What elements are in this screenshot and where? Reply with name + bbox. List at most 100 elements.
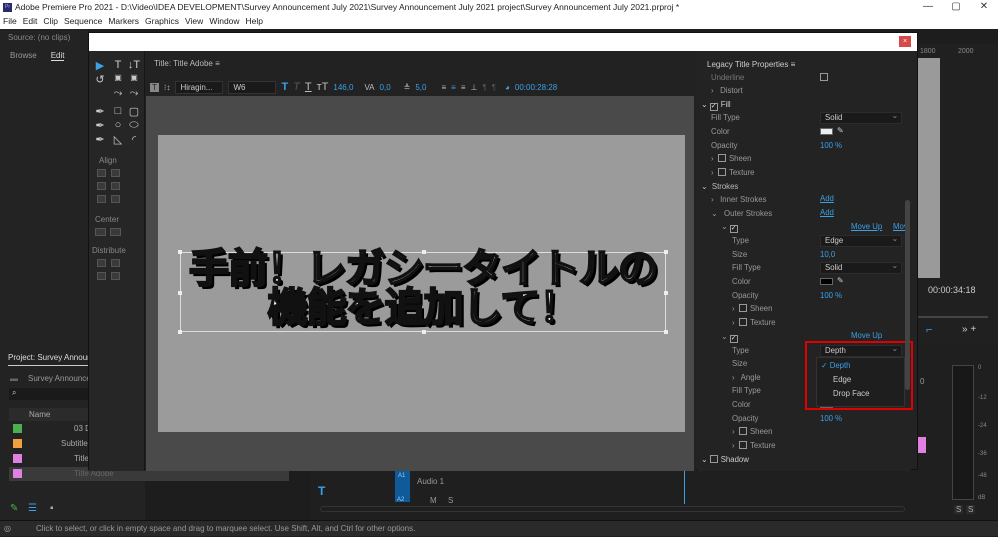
move-up-link[interactable]: Move Up — [851, 331, 882, 340]
rectangle-tool-icon[interactable]: □ — [111, 105, 125, 117]
add-inner-stroke-link[interactable]: Add — [820, 194, 834, 203]
distribute-icon[interactable] — [111, 272, 120, 280]
font-size-value[interactable]: 146,0 — [333, 83, 353, 92]
stroke-2-opacity-value[interactable]: 100 % — [820, 414, 842, 423]
menu-markers[interactable]: Markers — [108, 14, 139, 29]
icon-view-icon[interactable]: ▪ — [50, 503, 54, 514]
menu-sequence[interactable]: Sequence — [64, 14, 102, 29]
background-timecode[interactable]: 00:00:28:28 — [515, 83, 557, 92]
close-window-button[interactable]: ✕ — [970, 0, 998, 14]
outer-strokes-row[interactable]: ⌄ Outer Strokes — [711, 209, 772, 218]
texture-row[interactable]: › Texture — [711, 168, 755, 177]
menu-view[interactable]: View — [185, 14, 203, 29]
strokes-section[interactable]: ⌄ Strokes — [701, 182, 738, 191]
background-video-toggle-icon[interactable]: T — [150, 82, 159, 92]
eyedropper-icon[interactable]: ✎ — [837, 276, 844, 285]
distribute-icon[interactable] — [111, 259, 120, 267]
resize-handle[interactable] — [664, 330, 668, 334]
dialog-close-button[interactable]: × — [899, 36, 911, 47]
distribute-icon[interactable] — [97, 259, 106, 267]
align-bottom-icon[interactable] — [111, 195, 120, 203]
stroke-1-opacity-value[interactable]: 100 % — [820, 291, 842, 300]
center-horizontal-icon[interactable] — [95, 228, 106, 236]
maximize-button[interactable]: ▢ — [942, 0, 970, 14]
solo-left-button[interactable]: S — [954, 505, 964, 514]
kerning-value[interactable]: 0,0 — [380, 83, 391, 92]
menu-graphics[interactable]: Graphics — [145, 14, 179, 29]
sheen-row[interactable]: › Sheen — [732, 304, 772, 313]
underline-icon[interactable]: T — [305, 81, 312, 93]
title-text-line-1[interactable]: 手前！レガシータイトルの — [181, 247, 665, 291]
pencil-icon[interactable]: ✎ — [10, 503, 18, 514]
stroke-1-color-swatch[interactable] — [820, 278, 833, 285]
track-a2[interactable]: A2 — [397, 497, 404, 503]
path-type-tool-icon[interactable]: ⤳ — [111, 87, 125, 100]
sheen-row[interactable]: › Sheen — [711, 154, 751, 163]
font-family-select[interactable]: Hiragin... — [175, 80, 224, 94]
minimize-button[interactable]: — — [914, 0, 942, 14]
align-right-icon[interactable] — [97, 195, 106, 203]
eyedropper-icon[interactable]: ✎ — [837, 126, 844, 135]
tab-browse[interactable]: Browse — [10, 51, 37, 61]
vertical-path-type-tool-icon[interactable]: ⤳ — [127, 87, 141, 100]
selection-tool-icon[interactable]: ▶ — [93, 59, 107, 72]
add-anchor-tool-icon[interactable]: ✒ — [93, 119, 107, 132]
mark-out-icon[interactable]: ⌐ — [926, 324, 932, 336]
wedge-tool-icon[interactable]: ◺ — [111, 133, 125, 146]
stroke-1-size-value[interactable]: 10,0 — [820, 250, 835, 259]
stroke-1-fill-type-dropdown[interactable]: Solid — [820, 261, 902, 274]
solo-button[interactable]: S — [448, 496, 453, 505]
more-controls-icon[interactable]: » + — [962, 324, 976, 335]
distort-row[interactable]: › Distort — [711, 86, 743, 95]
stroke-1-toggle[interactable]: ⌄ ✓ — [721, 222, 741, 233]
align-right-text-icon[interactable]: ≡ — [461, 83, 466, 92]
align-center-h-icon[interactable] — [97, 182, 106, 190]
resize-handle[interactable] — [178, 330, 182, 334]
fill-section[interactable]: ⌄ ✓ Fill — [701, 100, 731, 111]
stroke-1-type-dropdown[interactable]: Edge — [820, 234, 902, 247]
font-style-select[interactable]: W6 — [228, 80, 277, 94]
angle-row[interactable]: › Angle — [732, 373, 761, 382]
texture-row[interactable]: › Texture — [732, 441, 776, 450]
italic-icon[interactable]: T — [293, 81, 300, 93]
fill-checkbox[interactable]: ✓ — [709, 103, 718, 111]
clipped-ellipse-tool-icon[interactable]: ⬭ — [127, 119, 141, 132]
align-left-icon[interactable] — [97, 169, 106, 177]
area-type-tool-icon[interactable]: ▣ — [111, 73, 125, 82]
texture-row[interactable]: › Texture — [732, 318, 776, 327]
delete-anchor-tool-icon[interactable]: ✒ — [93, 133, 107, 146]
type-tool-icon[interactable]: T — [318, 484, 325, 498]
fill-opacity-value[interactable]: 100 % — [820, 141, 842, 150]
title-text-line-2[interactable]: 機能を追加して！ — [181, 286, 665, 330]
add-outer-stroke-link[interactable]: Add — [820, 208, 834, 217]
paragraph-icon[interactable]: ¶ — [482, 83, 486, 92]
stroke-2-toggle[interactable]: ⌄ ✓ — [721, 332, 741, 343]
align-left-text-icon[interactable]: ≡ — [441, 83, 446, 92]
rotate-tool-icon[interactable]: ↺ — [93, 73, 107, 86]
tab-edit[interactable]: Edit — [50, 51, 65, 61]
paragraph-rtl-icon[interactable]: ¶ — [492, 83, 496, 92]
menu-edit[interactable]: Edit — [23, 14, 38, 29]
mute-button[interactable]: M — [430, 496, 437, 505]
menu-window[interactable]: Window — [209, 14, 239, 29]
properties-scrollbar[interactable] — [905, 200, 910, 390]
vertical-type-tool-icon[interactable]: ↓T — [127, 59, 141, 71]
rounded-rectangle-tool-icon[interactable]: ▢ — [127, 105, 141, 118]
align-center-v-icon[interactable] — [111, 182, 120, 190]
list-view-icon[interactable]: ☰ — [28, 503, 37, 514]
dialog-header[interactable] — [89, 33, 917, 51]
underline-checkbox[interactable] — [820, 73, 828, 81]
show-background-video-icon[interactable]: ◕ — [505, 83, 510, 92]
tab-stops-icon[interactable]: ⊥ — [470, 83, 477, 92]
pen-tool-icon[interactable]: ✒ — [93, 105, 107, 118]
text-bounding-box[interactable]: 手前！レガシータイトルの 機能を追加して！ — [178, 247, 668, 334]
inner-strokes-row[interactable]: › Inner Strokes — [711, 195, 766, 204]
type-tool-icon[interactable]: T — [111, 59, 125, 71]
menu-clip[interactable]: Clip — [43, 14, 58, 29]
timeline-scrollbar[interactable] — [320, 506, 905, 512]
shadow-section[interactable]: ⌄ Shadow — [701, 455, 749, 464]
align-center-text-icon[interactable]: ≡ — [451, 83, 456, 92]
solo-right-button[interactable]: S — [966, 505, 976, 514]
bold-icon[interactable]: T — [281, 81, 288, 93]
menu-file[interactable]: File — [3, 14, 17, 29]
